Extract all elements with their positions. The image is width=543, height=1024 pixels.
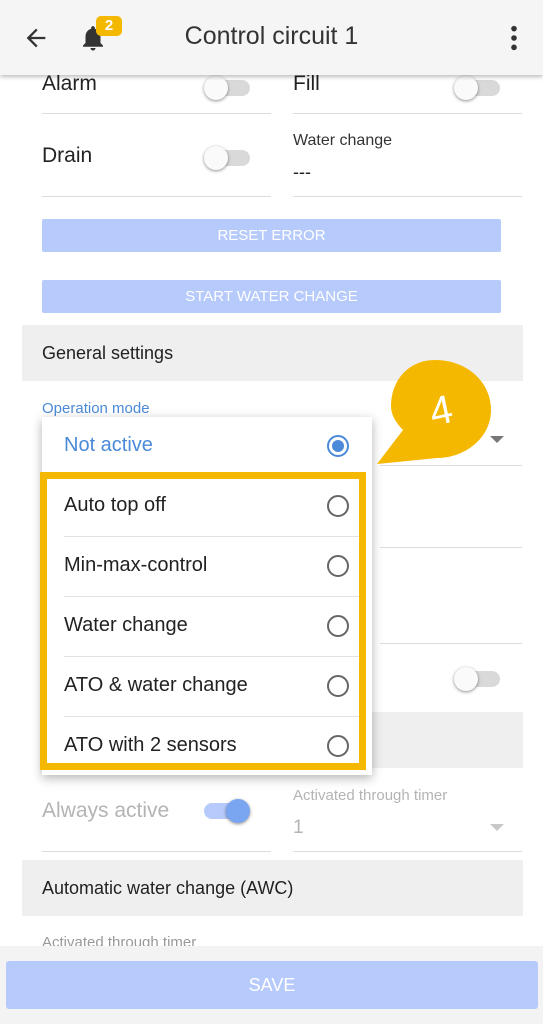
- fill-label: Fill: [293, 72, 320, 95]
- section-title: Automatic water change (AWC): [42, 878, 294, 898]
- page-title: Control circuit 1: [184, 22, 359, 50]
- menu-item-label: ATO with 2 sensors: [64, 734, 237, 756]
- callout-marker: 4: [377, 360, 491, 464]
- start-water-change-button[interactable]: START WATER CHANGE: [42, 280, 501, 313]
- operation-mode-label: Operation mode: [42, 400, 150, 417]
- menu-item-min-max-control[interactable]: Min-max-control: [42, 537, 372, 597]
- menu-item-label: Auto top off: [64, 494, 166, 516]
- alarm-label: Alarm: [42, 72, 97, 95]
- radio-icon[interactable]: [327, 555, 349, 577]
- operation-mode-menu: Not active Auto top off Min-max-control …: [42, 417, 372, 775]
- drain-label: Drain: [42, 144, 93, 167]
- section-title: General settings: [42, 343, 174, 363]
- section-header-hidden: [372, 712, 523, 768]
- divider: [293, 113, 522, 114]
- menu-item-ato-water-change[interactable]: ATO & water change: [42, 657, 372, 717]
- radio-icon[interactable]: [327, 615, 349, 637]
- menu-item-label: Water change: [64, 614, 188, 636]
- awc-header: Automatic water change (AWC): [22, 860, 523, 916]
- radio-icon[interactable]: [327, 675, 349, 697]
- radio-icon[interactable]: [327, 735, 349, 757]
- timer-dropdown-arrow-icon[interactable]: [490, 822, 504, 832]
- water-change-value: ---: [293, 162, 311, 182]
- radio-selected-icon[interactable]: [327, 435, 349, 457]
- divider: [380, 643, 522, 644]
- more-vertical-icon[interactable]: [508, 24, 520, 52]
- menu-item-water-change[interactable]: Water change: [42, 597, 372, 657]
- divider: [293, 196, 522, 197]
- app-bar: 2 Control circuit 1: [0, 0, 543, 75]
- reset-error-button[interactable]: RESET ERROR: [42, 219, 501, 252]
- menu-item-ato-2-sensors[interactable]: ATO with 2 sensors: [42, 717, 372, 777]
- radio-icon[interactable]: [327, 495, 349, 517]
- divider: [293, 851, 522, 852]
- divider: [42, 851, 271, 852]
- menu-item-auto-top-off[interactable]: Auto top off: [42, 477, 372, 537]
- divider: [42, 196, 271, 197]
- water-change-label: Water change: [293, 132, 393, 149]
- save-button[interactable]: SAVE: [6, 961, 538, 1009]
- menu-item-label: Min-max-control: [64, 554, 208, 576]
- always-active-label: Always active: [42, 799, 170, 822]
- timer-label: Activated through timer: [293, 787, 448, 804]
- divider: [380, 547, 522, 548]
- menu-item-label: ATO & water change: [64, 674, 248, 696]
- menu-item-label: Not active: [64, 434, 153, 456]
- timer-value[interactable]: 1: [293, 817, 304, 839]
- divider: [42, 113, 271, 114]
- menu-item-not-active[interactable]: Not active: [42, 417, 372, 477]
